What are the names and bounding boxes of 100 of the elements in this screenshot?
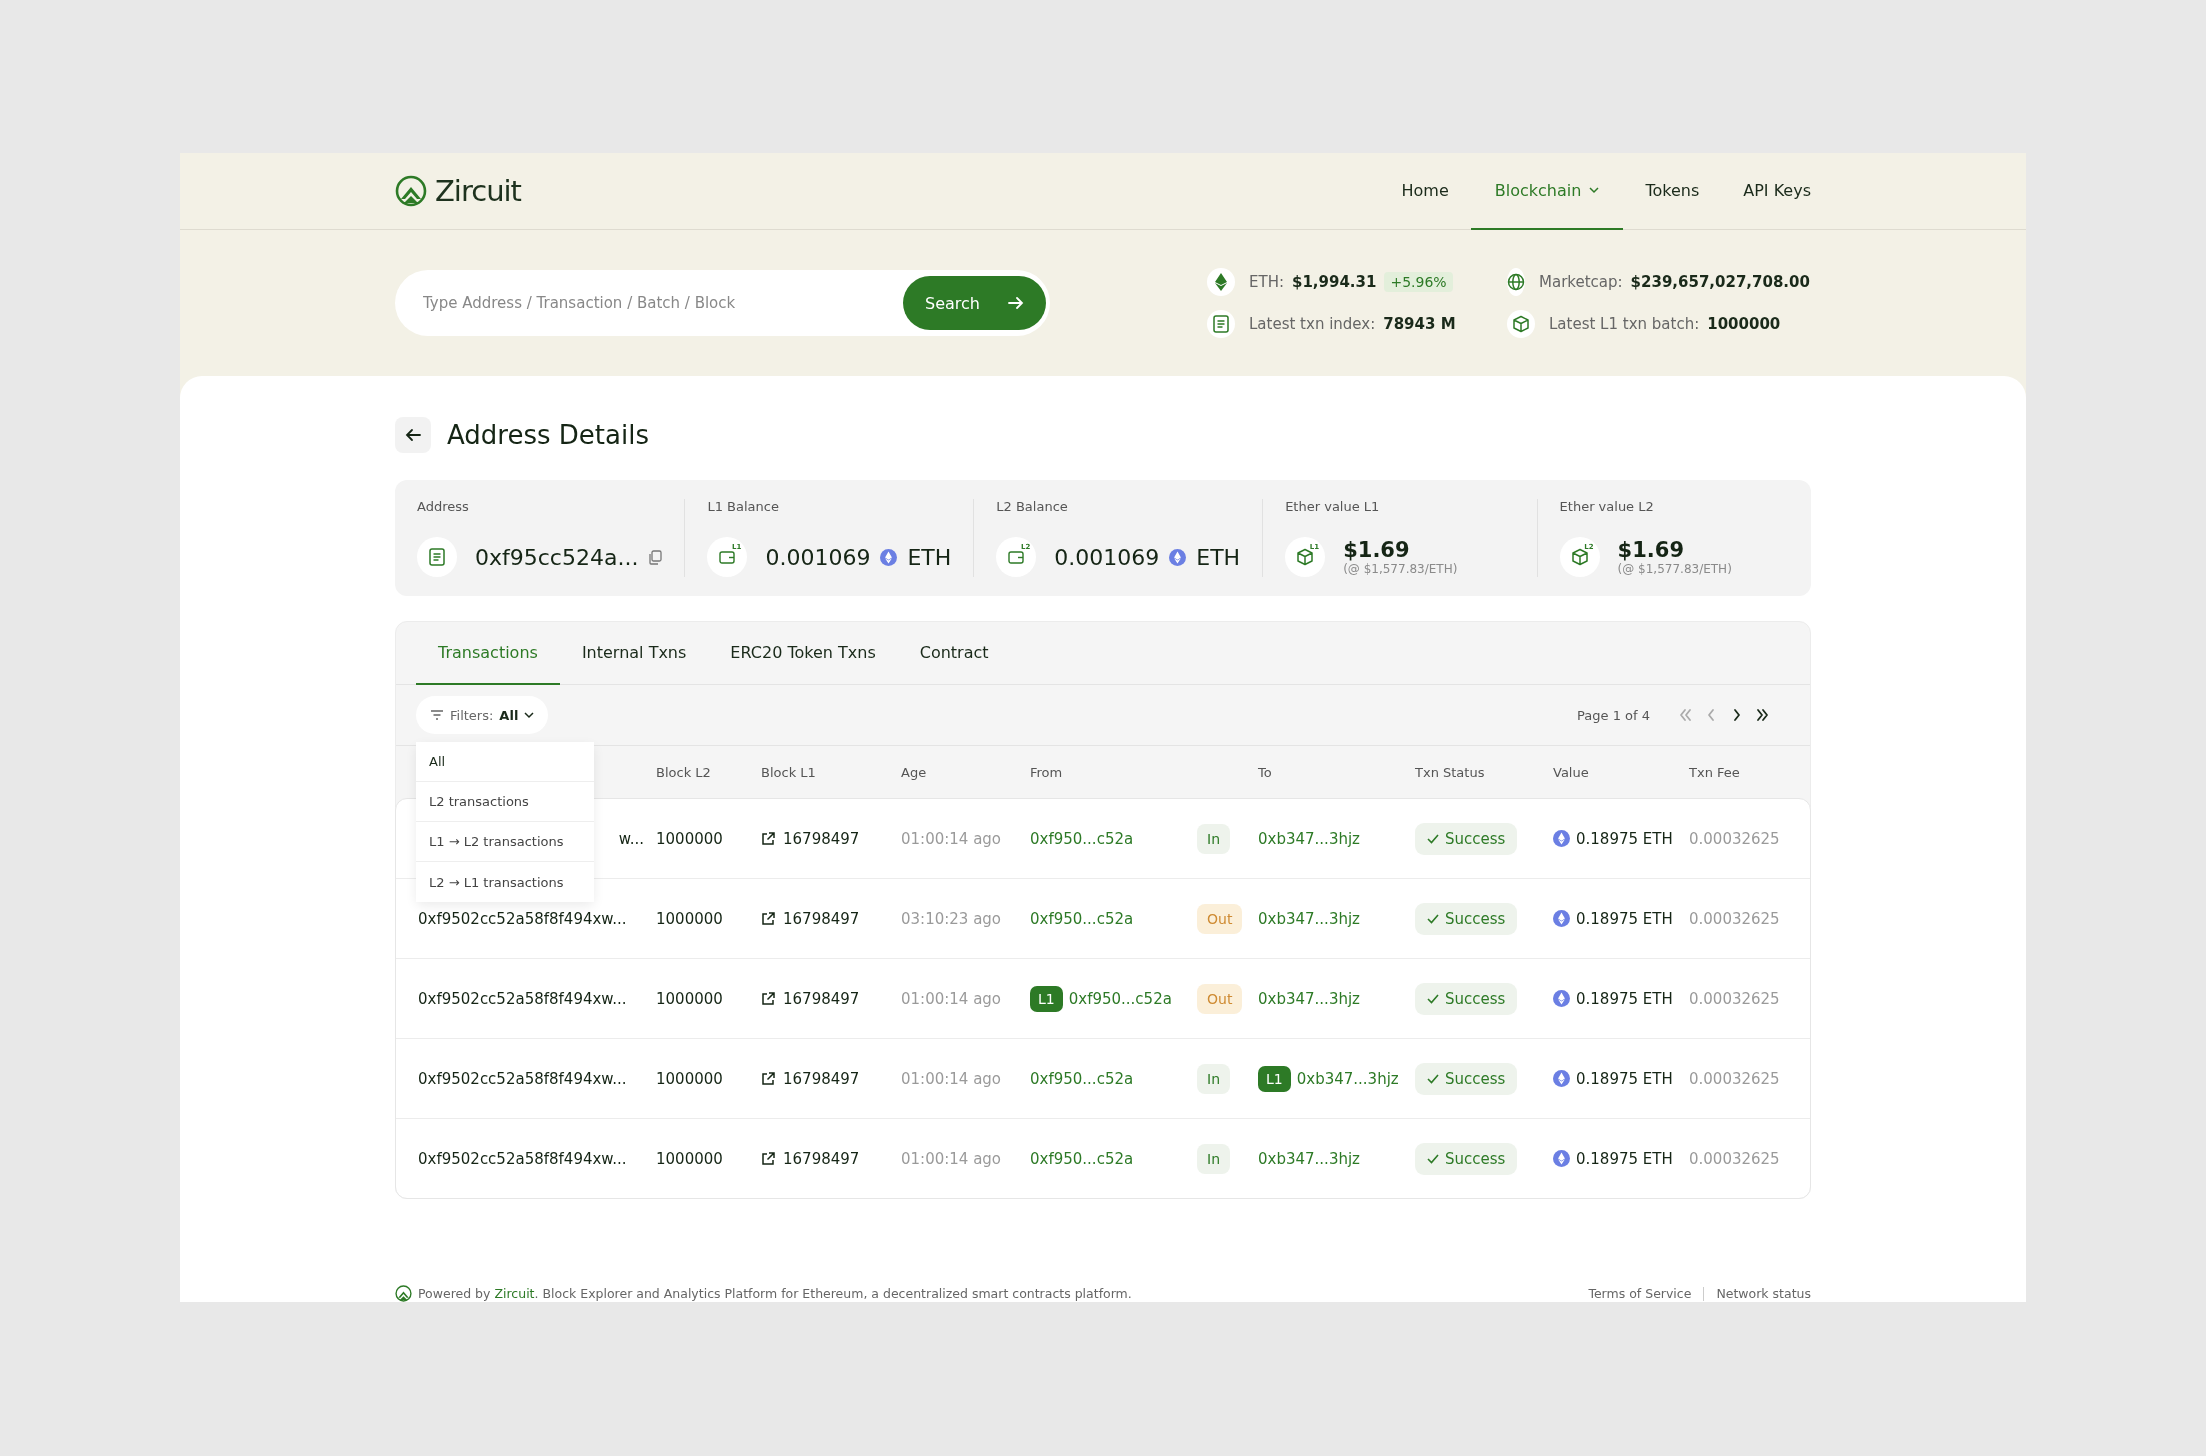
to-address[interactable]: 0xb347...3hjz (1258, 829, 1360, 848)
nav-link[interactable]: Home (1379, 153, 1471, 230)
tx-hash[interactable]: 0xf9502cc52a58f8f494xw... (418, 1149, 656, 1168)
ether-value: $1.69 (1617, 538, 1685, 562)
from-address[interactable]: 0xf950...c52a (1030, 1069, 1134, 1088)
ethereum-icon (1553, 830, 1570, 847)
direction-badge: Out (1197, 903, 1243, 934)
block-link[interactable]: 16798497 (783, 1149, 860, 1168)
cube-icon (1570, 548, 1589, 566)
fee-cell-text: 0.00032625 (1689, 1149, 1781, 1168)
column-header: Block L2 (656, 764, 712, 780)
arrow-icon (1008, 296, 1024, 310)
filter-icon (430, 709, 444, 721)
from-address[interactable]: 0xf950...c52a (1030, 1149, 1134, 1168)
ethereum-icon (1553, 1150, 1570, 1167)
stat-label: ETH: (1249, 273, 1284, 291)
stat-label: Latest L1 txn batch: (1549, 315, 1700, 333)
rate-note: (@ $1,577.83/ETH) (1617, 562, 1732, 576)
column-header: From (1030, 764, 1064, 780)
external-link-icon[interactable] (761, 911, 775, 926)
direction-badge: In (1197, 1063, 1230, 1094)
document-icon (429, 548, 445, 566)
cube-icon (1512, 315, 1530, 333)
from-address[interactable]: 0xf950...c52a (1030, 909, 1134, 928)
stat-value: 78943 M (1383, 315, 1456, 333)
block-link[interactable]: 16798497 (783, 829, 860, 848)
to-address[interactable]: 0xb347...3hjz (1258, 989, 1360, 1008)
block-link[interactable]: 16798497 (783, 1069, 860, 1088)
block-link[interactable]: 16798497 (783, 909, 860, 928)
nav-link[interactable]: API Keys (1721, 153, 1811, 230)
change-badge: +5.96% (1384, 272, 1453, 292)
direction-badge: In (1197, 823, 1230, 854)
summary-label: Ether value L2 (1559, 499, 1655, 514)
rate-note: (@ $1,577.83/ETH) (1343, 562, 1458, 576)
stat-value: $1,994.31 (1292, 273, 1377, 291)
tab[interactable]: Contract (897, 622, 1011, 685)
status-badge: Success (1415, 982, 1518, 1015)
unit-label: ETH (1196, 544, 1241, 570)
tx-hash[interactable]: 0xf9502cc52a58f8f494xw... (418, 989, 656, 1008)
age-cell-text: 01:00:14 ago (901, 1149, 1003, 1168)
column-header: Txn Fee (1689, 764, 1741, 780)
status-badge: Success (1415, 902, 1518, 935)
age-cell-text: 03:10:23 ago (901, 909, 1003, 928)
menu-option[interactable]: L1 → L2 transactions (416, 822, 594, 862)
balance-value: 0.001069 (1054, 544, 1160, 570)
fee-cell-text: 0.00032625 (1689, 989, 1781, 1008)
ethereum-icon (1553, 910, 1570, 927)
from-address[interactable]: 0xf950...c52a (1030, 829, 1134, 848)
wallet-icon (1008, 550, 1025, 564)
column-header: Txn Status (1415, 764, 1486, 780)
age-cell-text: 01:00:14 ago (901, 829, 1003, 848)
filter-dropdown[interactable]: Filters: All (416, 696, 549, 734)
age-cell-text: 01:00:14 ago (901, 1069, 1003, 1088)
external-link-icon[interactable] (761, 1151, 775, 1166)
table-cell-text: 1000000 (656, 909, 724, 928)
nav-link[interactable]: Blockchain (1470, 153, 1624, 230)
stat-label: Latest txn index: (1249, 315, 1376, 333)
menu-option[interactable]: L2 → L1 transactions (416, 862, 594, 902)
table-cell-text: 1000000 (656, 829, 724, 848)
stat-value: $239,657,027,708.00 (1630, 273, 1810, 291)
tab[interactable]: Internal Txns (559, 622, 709, 685)
value-cell: 0.18975 ETH (1576, 989, 1673, 1008)
back-button[interactable] (395, 417, 431, 453)
layer-badge: L1 (1030, 985, 1063, 1012)
to-address[interactable]: 0xb347...3hjz (1258, 909, 1360, 928)
layer-badge: L1 (1258, 1065, 1291, 1092)
menu-option[interactable]: All (416, 742, 594, 782)
document-icon (1213, 315, 1229, 333)
diamond-icon (1214, 273, 1228, 291)
menu-option[interactable]: L2 transactions (416, 782, 594, 822)
search-field[interactable]: Type Address / Transaction / Batch / Block Search (395, 270, 1050, 336)
external-link-icon[interactable] (761, 991, 775, 1006)
ethereum-icon (1553, 990, 1570, 1007)
footer-link[interactable]: Terms of Service (1588, 1286, 1692, 1301)
cube-icon (1296, 548, 1315, 566)
external-link-icon[interactable] (761, 1071, 775, 1086)
copy-icon[interactable] (648, 549, 663, 565)
tab[interactable]: ERC20 Token Txns (708, 622, 898, 685)
block-link[interactable]: 16798497 (783, 989, 860, 1008)
search-button[interactable]: Search (903, 276, 1046, 330)
footer-link[interactable]: Network status (1716, 1286, 1811, 1301)
tab[interactable]: Transactions (416, 622, 560, 685)
wallet-icon (719, 550, 736, 564)
status-badge: Success (1415, 822, 1518, 855)
table-cell-text: 1000000 (656, 989, 724, 1008)
stat-value: 1000000 (1707, 315, 1781, 333)
caret-icon (524, 711, 535, 719)
ethereum-icon (880, 548, 898, 566)
nav-link[interactable]: Tokens (1623, 153, 1722, 230)
check-icon (1427, 1153, 1439, 1164)
from-address[interactable]: 0xf950...c52a (1068, 989, 1172, 1008)
to-address[interactable]: 0xb347...3hjz (1296, 1069, 1399, 1088)
status-badge: Success (1415, 1142, 1518, 1175)
tx-hash[interactable]: 0xf9502cc52a58f8f494xw... (418, 909, 656, 928)
value-cell: 0.18975 ETH (1576, 1149, 1673, 1168)
unit-label: ETH (907, 544, 952, 570)
to-address[interactable]: 0xb347...3hjz (1258, 1149, 1360, 1168)
tx-hash[interactable]: 0xf9502cc52a58f8f494xw... (418, 1069, 656, 1088)
status-badge: Success (1415, 1062, 1518, 1095)
external-link-icon[interactable] (761, 831, 775, 846)
